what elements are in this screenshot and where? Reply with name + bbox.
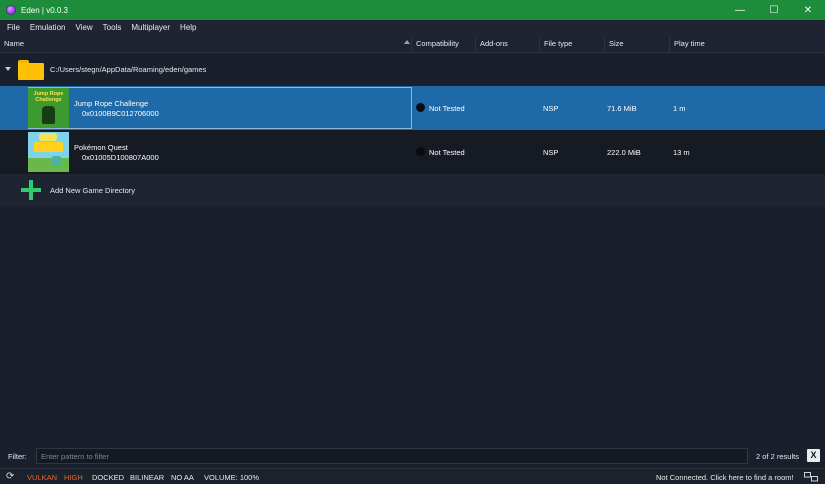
file-size: 222.0 MiB	[607, 148, 641, 157]
directory-path: C:/Users/stegn/AppData/Roaming/eden/game…	[50, 65, 207, 74]
game-title: Jump Rope Challenge	[74, 99, 149, 108]
maximize-button[interactable]: ☐	[757, 0, 791, 20]
game-title: Pokémon Quest	[74, 143, 128, 152]
column-header-addons[interactable]: Add-ons	[476, 36, 540, 53]
menu-emulation[interactable]: Emulation	[25, 20, 71, 36]
column-header-playtime[interactable]: Play time	[670, 36, 825, 53]
result-count: 2 of 2 results	[756, 452, 799, 461]
close-button[interactable]: ✕	[791, 0, 825, 20]
network-disconnected-icon[interactable]	[804, 472, 818, 482]
game-row-jump-rope[interactable]: Jump Rope Challenge Jump Rope Challenge …	[0, 86, 825, 130]
title-bar: Eden | v0.0.3 — ☐ ✕	[0, 0, 825, 20]
filter-label: Filter:	[8, 452, 27, 461]
file-size: 71.6 MiB	[607, 104, 637, 113]
sort-ascending-icon	[404, 40, 410, 44]
game-directory-row[interactable]: C:/Users/stegn/AppData/Roaming/eden/game…	[0, 56, 825, 84]
compatibility-status-icon	[416, 103, 425, 112]
column-header-size[interactable]: Size	[605, 36, 670, 53]
refresh-icon[interactable]: ⟳	[6, 471, 14, 482]
anti-aliasing-status[interactable]: NO AA	[171, 473, 194, 482]
menu-view[interactable]: View	[70, 20, 97, 36]
minimize-button[interactable]: —	[723, 0, 757, 20]
play-time: 13 m	[673, 148, 690, 157]
dock-mode-status[interactable]: DOCKED	[92, 473, 124, 482]
menu-bar: File Emulation View Tools Multiplayer He…	[0, 20, 825, 36]
game-title-id: 0x0100B9C012706000	[82, 109, 159, 118]
filter-input[interactable]	[36, 448, 748, 464]
play-time: 1 m	[673, 104, 686, 113]
add-game-directory-row[interactable]: Add New Game Directory	[0, 174, 825, 206]
compatibility-text: Not Tested	[429, 148, 465, 157]
game-thumbnail-pokemon-quest	[28, 132, 69, 172]
volume-status[interactable]: VOLUME: 100%	[204, 473, 259, 482]
menu-file[interactable]: File	[2, 20, 25, 36]
game-thumbnail-jump-rope: Jump Rope Challenge	[28, 88, 69, 128]
column-header-filetype[interactable]: File type	[540, 36, 605, 53]
focus-outline	[28, 87, 412, 129]
column-header-name[interactable]: Name	[0, 36, 412, 53]
compatibility-text: Not Tested	[429, 104, 465, 113]
menu-multiplayer[interactable]: Multiplayer	[126, 20, 175, 36]
plus-icon	[21, 180, 41, 200]
multiplayer-status[interactable]: Not Connected. Click here to find a room…	[656, 473, 794, 482]
clear-filter-button[interactable]: X	[807, 449, 820, 462]
folder-icon	[18, 60, 44, 80]
graphics-api-status[interactable]: VULKAN	[27, 473, 57, 482]
expand-caret-icon[interactable]	[5, 67, 11, 71]
eden-app-icon	[6, 5, 16, 15]
filter-bar: Filter: 2 of 2 results X	[0, 446, 825, 466]
game-title-id: 0x01005D100807A000	[82, 153, 159, 162]
column-header-compatibility[interactable]: Compatibility	[412, 36, 476, 53]
menu-tools[interactable]: Tools	[98, 20, 127, 36]
compatibility-status-icon	[416, 147, 425, 156]
menu-help[interactable]: Help	[175, 20, 201, 36]
game-row-pokemon-quest[interactable]: Pokémon Quest 0x01005D100807A000 Not Tes…	[0, 130, 825, 174]
file-type: NSP	[543, 104, 559, 113]
window-title: Eden | v0.0.3	[21, 5, 68, 15]
window-controls: — ☐ ✕	[723, 0, 825, 20]
game-list-header: Name Compatibility Add-ons File type Siz…	[0, 36, 825, 53]
gpu-accuracy-status[interactable]: HIGH	[64, 473, 83, 482]
add-directory-label: Add New Game Directory	[50, 186, 136, 195]
file-type: NSP	[543, 148, 559, 157]
status-bar: ⟳ VULKAN HIGH DOCKED BILINEAR NO AA VOLU…	[0, 468, 825, 484]
filter-mode-status[interactable]: BILINEAR	[130, 473, 164, 482]
